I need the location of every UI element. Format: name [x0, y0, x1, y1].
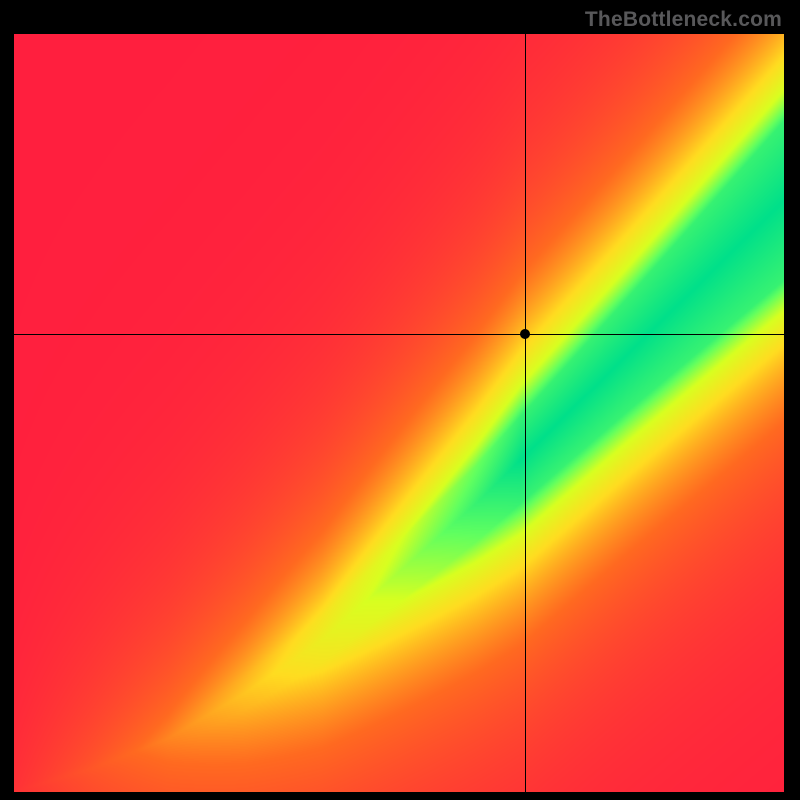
heatmap-frame [14, 34, 784, 792]
crosshair-vertical [525, 34, 526, 792]
marker-dot [520, 329, 530, 339]
watermark-text: TheBottleneck.com [585, 8, 782, 32]
crosshair-horizontal [14, 334, 784, 335]
heatmap-canvas [14, 34, 784, 792]
